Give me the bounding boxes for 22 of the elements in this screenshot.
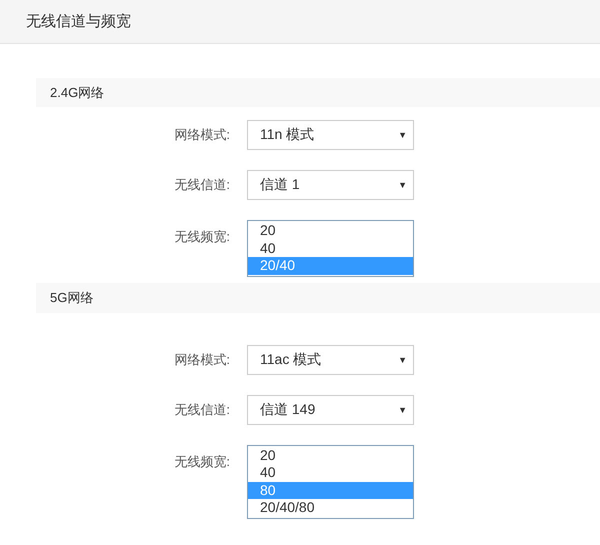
list-option[interactable]: 40: [248, 464, 413, 482]
field-label: 无线频宽:: [173, 228, 231, 246]
field-label: 网络模式:: [173, 126, 231, 144]
list-option[interactable]: 20: [248, 222, 413, 240]
field-label: 无线频宽:: [173, 452, 231, 470]
list-option[interactable]: 20: [248, 446, 413, 464]
list-option[interactable]: 20/40/80: [248, 499, 413, 516]
dropdown-arrow-icon: ▼: [398, 180, 407, 190]
dropdown[interactable]: 信道 1 ▼: [247, 170, 414, 200]
dropdown-arrow-icon: ▼: [398, 130, 407, 140]
field-label: 无线信道:: [173, 176, 231, 194]
field-label: 无线信道:: [173, 400, 231, 418]
page-title: 无线信道与频宽: [26, 12, 131, 31]
field-label: 网络模式:: [173, 350, 231, 368]
dropdown[interactable]: 11ac 模式 ▼: [247, 344, 414, 374]
dropdown-arrow-icon: ▼: [398, 404, 407, 414]
dropdown[interactable]: 11n 模式 ▼: [247, 120, 414, 150]
list-option[interactable]: 40: [248, 240, 413, 257]
section-title: 5G网络: [50, 288, 94, 306]
section-title: 2.4G网络: [50, 84, 104, 102]
dropdown[interactable]: 信道 149 ▼: [247, 394, 414, 424]
dropdown-arrow-icon: ▼: [398, 354, 407, 364]
